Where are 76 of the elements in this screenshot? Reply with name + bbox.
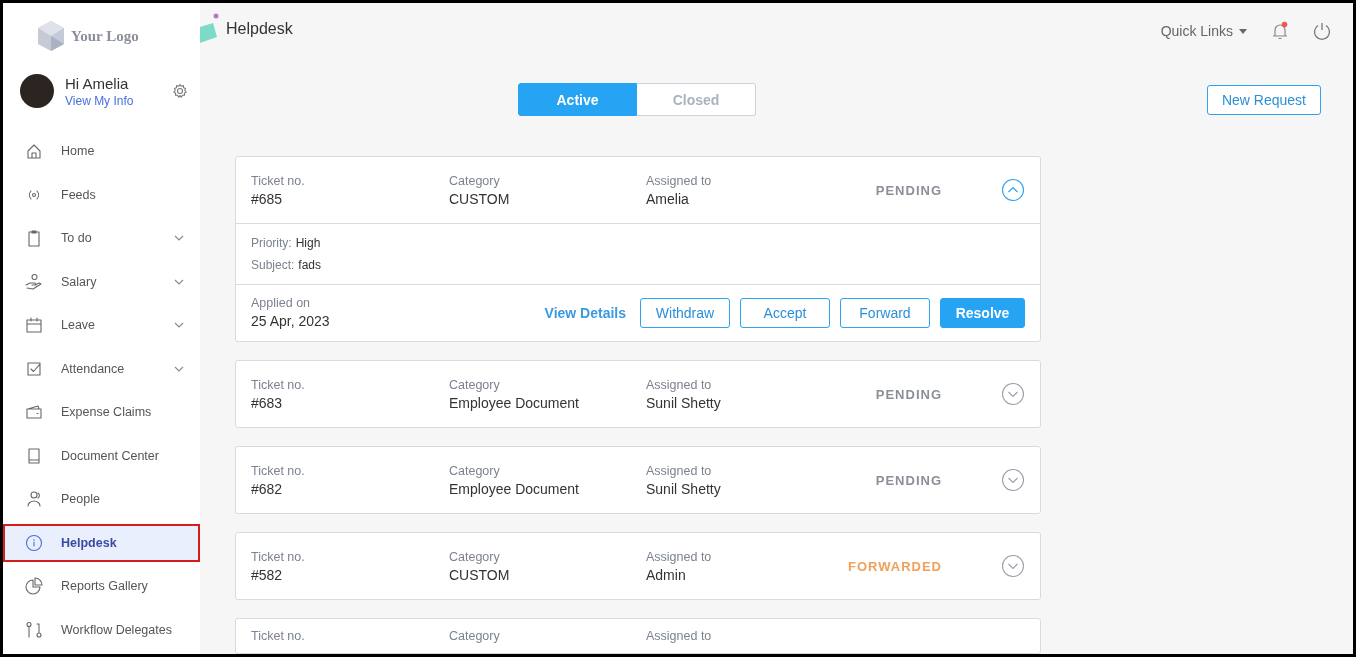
sidebar-item[interactable]: Document Center [3,436,200,475]
field-label: Assigned to [646,549,713,564]
detail-label: Priority: [251,236,292,250]
status-label: PENDING [875,386,942,402]
field-label: Applied on [251,296,312,310]
view-info-link[interactable]: View My Info [65,93,161,108]
action-button[interactable]: Accept [740,297,830,328]
field-label: Ticket no. [251,377,306,392]
detail-label: Subject: [251,258,295,272]
ticket-number: #682 [251,480,284,497]
ticket-number: #683 [251,394,284,411]
menu-icon [24,271,44,292]
sidebar-item[interactable]: People [3,480,200,518]
sidebar-item[interactable]: Salary [3,262,200,301]
sidebar-item[interactable]: Workflow Delegates [3,610,200,649]
menu-icon [24,532,44,553]
quick-links-menu[interactable]: Quick Links [1160,23,1247,39]
field-label: Assigned to [646,377,713,392]
field-label: Assigned to [646,463,713,478]
detail-value: fads [298,258,322,272]
assignee-value: Admin [646,566,687,583]
logo-icon [35,20,67,52]
menu-icon [24,489,44,509]
field-label: Ticket no. [251,629,306,643]
sidebar-item[interactable]: To do [3,219,200,257]
caret-icon [1239,28,1247,34]
category-value: CUSTOM [449,566,511,583]
sidebar-item[interactable]: Helpdesk [3,523,200,562]
expand-toggle-icon[interactable] [1001,382,1025,406]
sidebar-item[interactable]: Leave [3,306,200,344]
field-label: Ticket no. [251,463,306,478]
sidebar-item[interactable]: Reports Gallery [3,567,200,605]
category-value: CUSTOM [449,190,511,207]
ticket-number: #582 [251,566,284,583]
action-button[interactable]: Forward [840,297,930,328]
action-button[interactable]: Withdraw [640,297,730,328]
greeting: Hi Amelia [65,74,130,92]
menu-icon [24,619,44,640]
assignee-value: Sunil Shetty [646,394,722,411]
sidebar-item[interactable]: Feeds [3,175,200,214]
field-label: Ticket no. [251,549,306,564]
field-label: Assigned to [646,629,713,643]
field-label: Category [449,377,501,392]
applied-date: 25 Apr, 2023 [251,313,330,329]
menu-icon [24,315,44,335]
page-title: Helpdesk [226,20,293,38]
detail-value: High [295,236,321,250]
field-label: Assigned to [646,173,713,188]
sidebar-item[interactable]: Attendance [3,349,200,388]
category-value: Employee Document [449,394,580,411]
status-label: PENDING [875,472,942,488]
new-request-button[interactable]: New Request [1206,84,1321,115]
decor-shape-icon [200,13,220,45]
field-label: Ticket no. [251,173,306,188]
settings-icon[interactable] [172,83,188,99]
field-label: Category [449,629,501,643]
logo-text: Your Logo [71,27,139,45]
assignee-value: Sunil Shetty [646,480,722,497]
expand-toggle-icon[interactable] [1001,468,1025,492]
ticket-number: #685 [251,190,284,207]
status-label: PENDING [875,182,942,198]
sidebar-item[interactable]: Home [3,132,200,170]
notification-bell-icon[interactable] [1271,21,1289,41]
sidebar-item[interactable]: Expense Claims [3,393,200,431]
field-label: Category [449,463,501,478]
status-label: FORWARDED [848,558,942,574]
menu-icon [24,402,44,422]
assignee-value: Amelia [646,190,690,207]
expand-toggle-icon[interactable] [1001,554,1025,578]
field-label: Category [449,549,501,564]
field-label: Category [449,173,501,188]
menu-icon [24,576,44,596]
category-value: Employee Document [449,480,580,497]
avatar [20,74,54,108]
expand-toggle-icon[interactable] [1001,178,1025,202]
power-icon[interactable] [1313,22,1331,40]
